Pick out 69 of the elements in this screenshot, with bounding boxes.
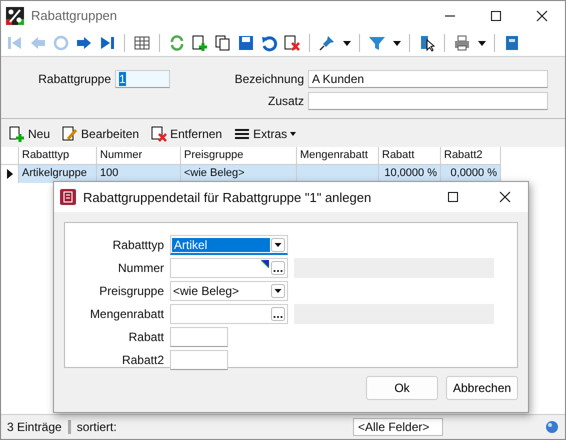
caret-icon: [290, 132, 296, 136]
input-field[interactable]: [170, 304, 288, 324]
new-document-icon: [9, 126, 25, 142]
field-label: Bezeichnung: [234, 72, 304, 86]
input-field[interactable]: [308, 92, 548, 110]
grid-icon[interactable]: [133, 34, 151, 52]
dropdown-caret-icon[interactable]: [478, 40, 486, 46]
globe-icon: [545, 420, 559, 434]
delete-button[interactable]: Entfernen: [147, 124, 226, 144]
column-header[interactable]: Rabatt2: [441, 147, 501, 165]
percent-icon: [6, 6, 24, 24]
column-header[interactable]: Nummer: [97, 147, 181, 165]
dropdown-caret-icon[interactable]: [343, 40, 351, 46]
print-icon[interactable]: [453, 34, 471, 52]
field-label: Rabatttyp: [112, 238, 164, 252]
close-icon[interactable]: [499, 191, 511, 203]
dropdown[interactable]: <wie Beleg>: [170, 281, 288, 301]
field-label: Rabatt2: [120, 353, 164, 367]
refresh-icon[interactable]: [168, 34, 186, 52]
input-field[interactable]: [170, 350, 228, 370]
column-header[interactable]: Rabatt: [379, 147, 441, 165]
ok-button[interactable]: Ok: [366, 376, 438, 400]
field-label: Rabattgruppe: [37, 72, 111, 86]
new-icon[interactable]: [191, 34, 209, 52]
filter-icon[interactable]: [368, 34, 386, 52]
new-button[interactable]: Neu: [5, 124, 54, 144]
field-label: Mengenrabatt: [88, 307, 164, 321]
delete-icon[interactable]: [283, 34, 301, 52]
close-icon[interactable]: [536, 10, 548, 22]
ellipsis-icon[interactable]: [271, 261, 285, 275]
copy-icon[interactable]: [214, 34, 232, 52]
save-icon[interactable]: [237, 34, 255, 52]
menu-button[interactable]: Extras: [230, 124, 300, 144]
dialog-title: Rabattgruppendetail für Rabattgruppe "1" anlegen: [83, 190, 372, 204]
edit-document-icon: [62, 126, 78, 142]
input-field[interactable]: 1: [115, 70, 170, 88]
input-field[interactable]: [170, 258, 288, 278]
maximize-icon[interactable]: [490, 10, 502, 22]
document-icon: [59, 188, 77, 206]
sort-dropdown[interactable]: <Alle Felder>: [353, 418, 443, 436]
pin-icon[interactable]: [318, 34, 336, 52]
menu-icon: [234, 126, 250, 142]
field-label: Nummer: [116, 261, 164, 275]
corner-marker-icon: [261, 260, 269, 268]
column-header[interactable]: Mengenrabatt: [297, 147, 379, 165]
pointer-icon[interactable]: [418, 34, 436, 52]
table-cell: Artikelgruppe: [19, 165, 97, 183]
input-field[interactable]: [170, 327, 228, 347]
record-count: 3 Einträge: [1, 420, 71, 434]
column-header[interactable]: Preisgruppe: [181, 147, 297, 165]
undo-icon[interactable]: [260, 34, 278, 52]
book-icon[interactable]: [503, 34, 521, 52]
maximize-icon[interactable]: [447, 191, 459, 203]
next-icon[interactable]: [75, 34, 93, 52]
delete-document-icon: [151, 126, 168, 142]
window-title: Rabattgruppen: [31, 8, 118, 23]
column-header[interactable]: Rabatttyp: [19, 147, 97, 165]
dropdown[interactable]: Artikel: [170, 235, 288, 255]
last-icon[interactable]: [98, 34, 116, 52]
field-label: Zusatz: [266, 94, 304, 108]
field-label: Rabatt: [128, 330, 164, 344]
ellipsis-icon[interactable]: [271, 307, 285, 321]
sort-label: sortiert:: [76, 420, 117, 434]
dropdown-caret-icon[interactable]: [393, 40, 401, 46]
cancel-button[interactable]: Abbrechen: [446, 376, 518, 400]
row-pointer-icon: [6, 169, 12, 179]
edit-button[interactable]: Bearbeiten: [58, 124, 144, 144]
field-label: Preisgruppe: [98, 284, 164, 298]
input-field[interactable]: A Kunden: [308, 70, 548, 88]
